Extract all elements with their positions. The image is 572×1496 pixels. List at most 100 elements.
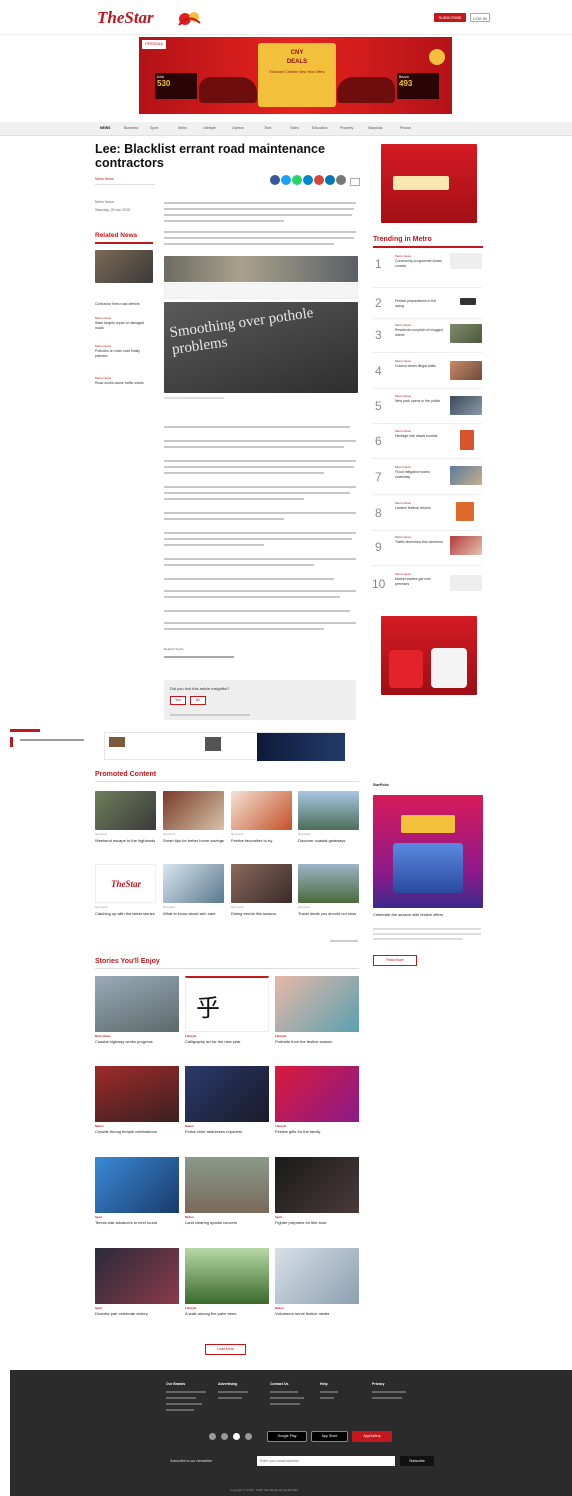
- trending-thumb[interactable]: [450, 536, 482, 555]
- promoted-card-image[interactable]: [231, 864, 292, 903]
- facebook-share-icon[interactable]: [270, 175, 280, 185]
- promoted-card-image[interactable]: [231, 791, 292, 830]
- article-byline[interactable]: Metro News: [95, 177, 114, 181]
- article-main-image[interactable]: Smoothing over pothole problems: [164, 302, 358, 393]
- newsletter-subscribe-button[interactable]: Subscribe: [400, 1456, 434, 1466]
- trending-thumb[interactable]: [456, 502, 474, 521]
- story-image[interactable]: 乎: [185, 976, 269, 1032]
- trending-title[interactable]: Festive preparations in full swing: [395, 299, 445, 309]
- telegram-share-icon[interactable]: [303, 175, 313, 185]
- appgallery-badge[interactable]: AppGallery: [352, 1431, 392, 1442]
- nav-item-sport[interactable]: Sport: [150, 126, 158, 130]
- story-title[interactable]: Tennis star advances to next round: [95, 1220, 179, 1225]
- app-store-badge[interactable]: App Store: [311, 1431, 348, 1442]
- footer-link[interactable]: [270, 1397, 304, 1399]
- trending-thumb[interactable]: [450, 396, 482, 415]
- trending-title[interactable]: Lantern festival returns: [395, 506, 445, 511]
- twitter-share-icon[interactable]: [281, 175, 291, 185]
- topic-tags[interactable]: [164, 656, 234, 658]
- leaderboard-ad[interactable]: [104, 732, 345, 761]
- promoted-card-image[interactable]: [95, 791, 156, 830]
- trending-thumb[interactable]: [460, 298, 476, 305]
- story-image[interactable]: [275, 976, 359, 1032]
- footer-link[interactable]: [320, 1391, 338, 1393]
- related-news-image[interactable]: [95, 250, 153, 283]
- whatsapp-share-icon[interactable]: [292, 175, 302, 185]
- nav-item-video[interactable]: Video: [290, 126, 299, 130]
- twitter-icon[interactable]: [233, 1433, 240, 1440]
- youtube-icon[interactable]: [245, 1433, 252, 1440]
- related-item-title[interactable]: Potholes on main road finally patched: [95, 349, 153, 359]
- article-gallery-strip[interactable]: [164, 256, 358, 282]
- promoted-card-title[interactable]: What to know about skin care: [163, 911, 224, 916]
- footer-link[interactable]: [270, 1391, 298, 1393]
- facebook-icon[interactable]: [209, 1433, 216, 1440]
- gallery-tabs[interactable]: [164, 283, 358, 299]
- footer-link[interactable]: [166, 1391, 206, 1393]
- story-title[interactable]: Land clearing sparks concern: [185, 1220, 269, 1225]
- story-image[interactable]: [275, 1248, 359, 1304]
- promoted-card-title[interactable]: Travel deals you should not miss: [298, 911, 359, 916]
- nav-item-starpicks[interactable]: Starpicks: [368, 126, 382, 130]
- story-title[interactable]: Fighter prepares for title bout: [275, 1220, 359, 1225]
- promoted-card-image[interactable]: [298, 864, 359, 903]
- nav-item-news[interactable]: NEWS: [100, 126, 111, 130]
- load-more-button[interactable]: Load More: [205, 1344, 246, 1355]
- nav-item-tech[interactable]: Tech: [264, 126, 271, 130]
- login-button[interactable]: LOG IN: [470, 13, 490, 22]
- promoted-card-image[interactable]: [298, 791, 359, 830]
- trending-title[interactable]: Market traders get new premises: [395, 577, 445, 587]
- related-item-title[interactable]: State targets repair of damaged roads: [95, 321, 153, 331]
- story-title[interactable]: Calligraphy art for the new year: [185, 1039, 269, 1044]
- related-item-title[interactable]: Road works cause traffic snarls: [95, 381, 153, 386]
- trending-title[interactable]: Traffic diversions this weekend: [395, 540, 445, 545]
- promoted-card-title[interactable]: Smart tips for better home savings: [163, 838, 224, 843]
- sidebar-ad-bottom[interactable]: [381, 616, 477, 695]
- story-image[interactable]: [95, 1066, 179, 1122]
- trending-title[interactable]: Flood mitigation works underway: [395, 470, 445, 480]
- trending-thumb[interactable]: [460, 430, 474, 450]
- story-image[interactable]: [95, 1157, 179, 1213]
- story-title[interactable]: Crowds throng temple celebrations: [95, 1129, 179, 1134]
- starpicks-read-more-button[interactable]: Read More: [373, 955, 417, 966]
- trending-title[interactable]: Council clears illegal stalls: [395, 364, 445, 369]
- footer-link[interactable]: [320, 1397, 334, 1399]
- nav-item-metro[interactable]: Metro: [178, 126, 187, 130]
- footer-link[interactable]: [166, 1397, 196, 1399]
- nav-item-business[interactable]: Business: [124, 126, 138, 130]
- story-title[interactable]: Coastal highway works progress: [95, 1039, 179, 1044]
- story-title[interactable]: A walk among the palm trees: [185, 1311, 269, 1316]
- trending-thumb[interactable]: [450, 253, 482, 269]
- nav-item-lifestyle[interactable]: Lifestyle: [203, 126, 216, 130]
- linkedin-share-icon[interactable]: [325, 175, 335, 185]
- trending-title[interactable]: Residents complain of clogged drains: [395, 328, 445, 338]
- trending-thumb[interactable]: [450, 361, 482, 380]
- promoted-card-image[interactable]: TheStar: [95, 864, 156, 903]
- sidebar-ad-top[interactable]: [381, 144, 477, 223]
- starpicks-image[interactable]: [373, 795, 483, 908]
- trending-title[interactable]: Community programme draws crowds: [395, 259, 445, 269]
- story-title[interactable]: Police chief addresses reporters: [185, 1129, 269, 1134]
- footer-link[interactable]: [166, 1403, 202, 1405]
- story-title[interactable]: Portraits from the festive season: [275, 1039, 359, 1044]
- trending-thumb[interactable]: [450, 466, 482, 485]
- story-image[interactable]: [275, 1066, 359, 1122]
- story-image[interactable]: [185, 1066, 269, 1122]
- starpicks-title[interactable]: Celebrate the season with festive offers: [373, 912, 483, 917]
- email-share-icon[interactable]: [314, 175, 324, 185]
- nav-item-opinion[interactable]: Opinion: [232, 126, 244, 130]
- promoted-card-title[interactable]: Catching up with the latest stories: [95, 911, 156, 916]
- promoted-card-title[interactable]: Dining trends this season: [231, 911, 292, 916]
- story-image[interactable]: [185, 1157, 269, 1213]
- promoted-card-image[interactable]: [163, 791, 224, 830]
- site-logo[interactable]: TheStar: [97, 8, 154, 28]
- google-play-badge[interactable]: Google Play: [267, 1431, 307, 1442]
- story-title[interactable]: Doubles pair celebrate victory: [95, 1311, 179, 1316]
- trending-thumb[interactable]: [450, 575, 482, 591]
- story-image[interactable]: [275, 1157, 359, 1213]
- nav-item-property[interactable]: Property: [340, 126, 353, 130]
- text-size-icon[interactable]: [350, 178, 360, 186]
- footer-link[interactable]: [372, 1397, 402, 1399]
- footer-link[interactable]: [270, 1403, 300, 1405]
- story-image[interactable]: [95, 1248, 179, 1304]
